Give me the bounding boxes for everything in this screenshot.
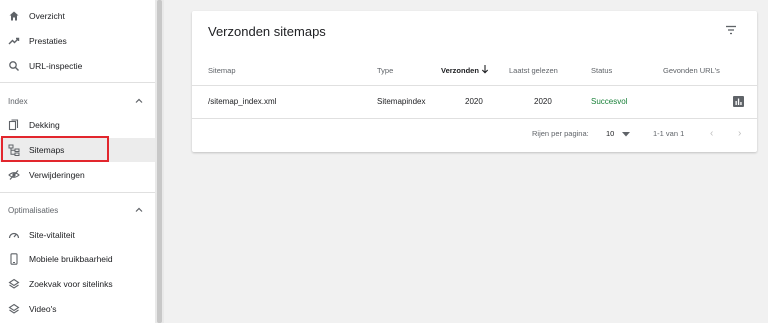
- search-icon: [9, 61, 19, 71]
- nav-dekking[interactable]: Dekking: [0, 113, 155, 137]
- nav-label: Prestaties: [29, 36, 67, 46]
- eye-off-icon: [8, 170, 20, 180]
- document-copy-icon: [8, 119, 19, 131]
- col-header-verzonden[interactable]: Verzonden: [441, 66, 479, 75]
- sitemaps-card: Verzonden sitemaps Sitemap Type Verzonde…: [192, 11, 757, 152]
- nav-zoekvak-sitelinks[interactable]: Zoekvak voor sitelinks: [0, 272, 155, 296]
- pager-range: 1-1 van 1: [653, 129, 685, 138]
- caret-down-icon[interactable]: [622, 132, 630, 137]
- header-divider: [192, 85, 757, 86]
- nav-label: Dekking: [29, 120, 60, 130]
- nav-site-vitaliteit[interactable]: Site-vitaliteit: [0, 223, 155, 247]
- col-header-gevonden-urls[interactable]: Gevonden URL's: [663, 66, 720, 75]
- nav-verwijderingen[interactable]: Verwijderingen: [0, 163, 155, 187]
- filter-icon[interactable]: [725, 25, 737, 35]
- sidebar-divider: [0, 192, 155, 193]
- cell-status: Succesvol: [591, 97, 628, 106]
- nav-mobiele-bruikbaarheid[interactable]: Mobiele bruikbaarheid: [0, 247, 155, 271]
- nav-label: URL-inspectie: [29, 61, 83, 71]
- sidebar-scrollbar[interactable]: [155, 0, 164, 323]
- nav-label: Site-vitaliteit: [29, 230, 75, 240]
- sort-arrow-down-icon[interactable]: [481, 64, 489, 74]
- sidebar-divider: [0, 82, 155, 83]
- rows-per-page-select[interactable]: 10: [606, 129, 614, 138]
- sidebar: Overzicht Prestaties URL-inspectie Index…: [0, 0, 155, 323]
- cell-type: Sitemapindex: [377, 97, 426, 106]
- col-header-sitemap[interactable]: Sitemap: [208, 66, 236, 75]
- chevron-up-icon: [135, 207, 143, 212]
- layers-icon: [8, 303, 20, 314]
- layers-icon: [8, 278, 20, 289]
- col-header-status[interactable]: Status: [591, 66, 612, 75]
- nav-label: Video's: [29, 304, 57, 314]
- home-icon: [9, 11, 19, 21]
- nav-label: Verwijderingen: [29, 170, 85, 180]
- scrollbar-thumb[interactable]: [157, 0, 162, 323]
- bar-chart-icon[interactable]: [733, 96, 744, 107]
- cell-laatst-gelezen: 2020: [534, 97, 552, 106]
- nav-videos[interactable]: Video's: [0, 297, 155, 321]
- sitemaps-highlight-box: [1, 136, 109, 162]
- cell-sitemap: /sitemap_index.xml: [208, 97, 277, 106]
- nav-label: Zoekvak voor sitelinks: [29, 279, 113, 289]
- section-index[interactable]: Index: [0, 91, 155, 111]
- nav-label: Overzicht: [29, 11, 65, 21]
- chevron-up-icon: [135, 98, 143, 103]
- rows-per-page-label: Rijen per pagina:: [532, 129, 589, 138]
- phone-icon: [10, 253, 18, 265]
- section-optimalisaties[interactable]: Optimalisaties: [0, 200, 155, 220]
- nav-prestaties[interactable]: Prestaties: [0, 29, 155, 53]
- speedometer-icon: [8, 232, 20, 239]
- section-label: Optimalisaties: [8, 206, 59, 215]
- nav-label: Mobiele bruikbaarheid: [29, 254, 113, 264]
- section-label: Index: [8, 97, 28, 106]
- prev-page-icon[interactable]: ‹: [710, 128, 713, 139]
- row-divider: [192, 118, 757, 119]
- nav-overzicht[interactable]: Overzicht: [0, 4, 155, 28]
- card-title: Verzonden sitemaps: [208, 24, 326, 39]
- col-header-laatst-gelezen[interactable]: Laatst gelezen: [509, 66, 558, 75]
- trending-up-icon: [8, 37, 20, 45]
- col-header-type[interactable]: Type: [377, 66, 393, 75]
- next-page-icon[interactable]: ›: [738, 128, 741, 139]
- nav-url-inspectie[interactable]: URL-inspectie: [0, 54, 155, 78]
- cell-verzonden: 2020: [465, 97, 483, 106]
